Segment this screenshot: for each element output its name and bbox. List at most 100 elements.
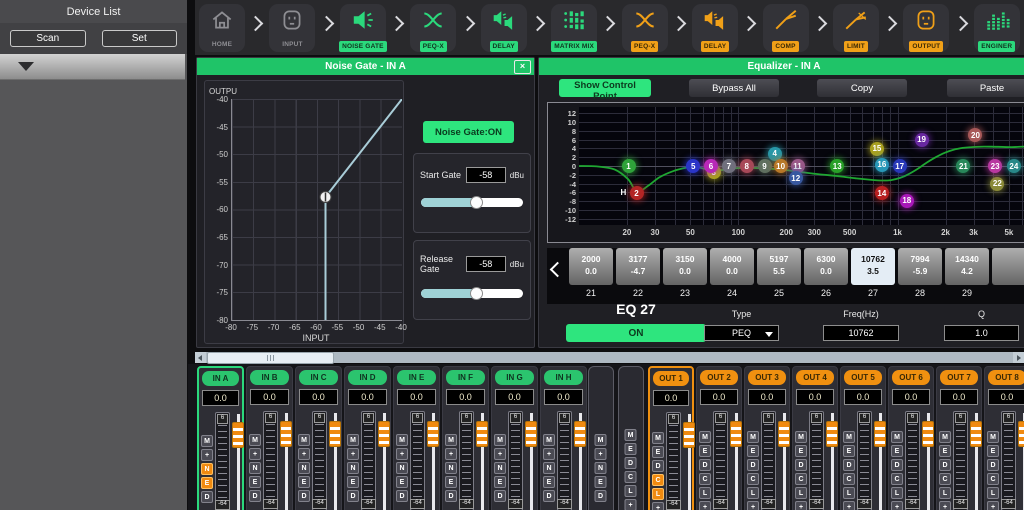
channel-fader[interactable]	[476, 413, 488, 510]
channel-label[interactable]: IN E	[397, 370, 436, 385]
channel-strip-in-c[interactable]: IN C0.06-64M+NED	[295, 366, 342, 510]
eq-band-cell[interactable]: 51975.5	[757, 248, 801, 285]
channel-fader[interactable]	[922, 413, 934, 510]
eq-control-point-1[interactable]: 1	[622, 159, 636, 173]
strip-button-m[interactable]: M	[891, 431, 903, 443]
strip-button-c[interactable]: C	[987, 473, 999, 485]
fader-handle[interactable]	[778, 421, 790, 447]
toolbar-item-limit[interactable]: LIMIT	[833, 4, 879, 52]
strip-button-m[interactable]: M	[543, 434, 555, 446]
eq-band-cell[interactable]: 31500.0	[663, 248, 707, 285]
strip-button-m[interactable]: M	[747, 431, 759, 443]
strip-button-m[interactable]: M	[595, 434, 607, 446]
fader-handle[interactable]	[574, 421, 586, 447]
channel-strip-in-e[interactable]: IN E0.06-64M+NED	[393, 366, 440, 510]
toolbar-item-output[interactable]: OUTPUT	[903, 4, 949, 52]
channel-fader[interactable]	[280, 413, 292, 510]
toolbar-item-comp[interactable]: COMP	[763, 4, 809, 52]
toolbar-item-input[interactable]: INPUT	[269, 4, 315, 52]
release-gate-value[interactable]: -58	[466, 256, 506, 272]
channel-strip-in-d[interactable]: IN D0.06-64M+NED	[344, 366, 391, 510]
toolbar-item-matrix-mix[interactable]: MATRIX MIX	[551, 4, 597, 52]
strip-button-plus[interactable]: +	[652, 502, 664, 510]
fader-handle[interactable]	[1018, 421, 1024, 447]
strip-button-e[interactable]: E	[699, 445, 711, 457]
channel-strip-in-b[interactable]: IN B0.06-64M+NED	[246, 366, 293, 510]
scrollbar-thumb[interactable]	[207, 352, 334, 364]
strip-button-d[interactable]: D	[843, 459, 855, 471]
master-strip[interactable]: M+NED	[588, 366, 614, 510]
strip-button-e[interactable]: E	[843, 445, 855, 457]
strip-button-d[interactable]: D	[543, 490, 555, 502]
channel-strip-in-f[interactable]: IN F0.06-64M+NED	[442, 366, 489, 510]
strip-button-d[interactable]: D	[249, 490, 261, 502]
strip-button-plus[interactable]: +	[939, 501, 951, 510]
noise-gate-dialog-titlebar[interactable]: Noise Gate - IN A ×	[197, 58, 534, 75]
strip-button-m[interactable]: M	[201, 435, 213, 447]
channel-label[interactable]: OUT 2	[700, 370, 738, 385]
strip-button-d[interactable]: D	[625, 457, 637, 469]
strip-button-c[interactable]: C	[843, 473, 855, 485]
toolbar-item-peq-x[interactable]: PEQ-X	[622, 4, 668, 52]
scan-button[interactable]: Scan	[10, 30, 86, 47]
strip-button-e[interactable]: E	[652, 446, 664, 458]
strip-button-d[interactable]: D	[747, 459, 759, 471]
toolbar-item-delay[interactable]: DELAY	[692, 4, 738, 52]
channel-fader[interactable]	[427, 413, 439, 510]
strip-button-plus[interactable]: +	[249, 448, 261, 460]
strip-button-n[interactable]: N	[201, 463, 213, 475]
eq-band-cell[interactable]	[992, 248, 1024, 285]
strip-button-n[interactable]: N	[298, 462, 310, 474]
strip-button-m[interactable]: M	[625, 429, 637, 441]
strip-button-n[interactable]: N	[445, 462, 457, 474]
channel-label[interactable]: OUT 1	[653, 371, 689, 386]
strip-button-c[interactable]: C	[625, 471, 637, 483]
q-field[interactable]: 1.0	[944, 325, 1019, 341]
eq-control-point-12[interactable]: 12	[789, 171, 803, 185]
channel-gain-value[interactable]: 0.0	[988, 389, 1024, 405]
channel-label[interactable]: OUT 5	[844, 370, 882, 385]
strip-button-e[interactable]: E	[891, 445, 903, 457]
eq-control-point-6[interactable]: 6	[704, 159, 718, 173]
strip-button-e[interactable]: E	[595, 476, 607, 488]
noise-gate-power-button[interactable]: Noise Gate:ON	[423, 121, 514, 143]
strip-button-d[interactable]: D	[445, 490, 457, 502]
bands-scroll-left-icon[interactable]	[550, 262, 566, 278]
equalizer-dialog-titlebar[interactable]: Equalizer - IN A	[539, 58, 1024, 75]
channel-gain-value[interactable]: 0.0	[892, 389, 930, 405]
eq-control-point-23[interactable]: 23	[988, 159, 1002, 173]
strip-button-m[interactable]: M	[939, 431, 951, 443]
eq-control-point-10[interactable]: 10	[774, 159, 788, 173]
horizontal-scrollbar[interactable]	[195, 352, 1024, 363]
channel-label[interactable]: IN F	[446, 370, 485, 385]
channel-strip-out-8[interactable]: OUT 80.06-64MEDCL+	[984, 366, 1024, 510]
toolbar-item-noise-gate[interactable]: NOISE GATE	[340, 4, 386, 52]
strip-button-c[interactable]: C	[699, 473, 711, 485]
strip-button-l[interactable]: L	[747, 487, 759, 499]
fader-handle[interactable]	[476, 421, 488, 447]
strip-button-m[interactable]: M	[347, 434, 359, 446]
eq-control-point-9[interactable]: 9	[758, 159, 772, 173]
channel-fader[interactable]	[525, 413, 537, 510]
eq-band-cell[interactable]: 40000.0	[710, 248, 754, 285]
fader-handle[interactable]	[874, 421, 886, 447]
strip-button-l[interactable]: L	[652, 488, 664, 500]
eq-band-cell[interactable]: 63000.0	[804, 248, 848, 285]
master-strip[interactable]: MEDCL+	[618, 366, 644, 510]
channel-label[interactable]: OUT 3	[748, 370, 786, 385]
channel-label[interactable]: IN C	[299, 370, 338, 385]
strip-button-d[interactable]: D	[699, 459, 711, 471]
channel-fader[interactable]	[874, 413, 886, 510]
strip-button-d[interactable]: D	[795, 459, 807, 471]
channel-gain-value[interactable]: 0.0	[700, 389, 738, 405]
eq-band-cell[interactable]: 20000.0	[569, 248, 613, 285]
eq-on-button[interactable]: ON	[566, 324, 706, 342]
device-list-dropdown[interactable]	[0, 54, 185, 80]
strip-button-n[interactable]: N	[494, 462, 506, 474]
strip-button-n[interactable]: N	[543, 462, 555, 474]
strip-button-e[interactable]: E	[298, 476, 310, 488]
strip-button-d[interactable]: D	[201, 491, 213, 503]
set-button[interactable]: Set	[102, 30, 178, 47]
strip-button-d[interactable]: D	[396, 490, 408, 502]
strip-button-m[interactable]: M	[298, 434, 310, 446]
